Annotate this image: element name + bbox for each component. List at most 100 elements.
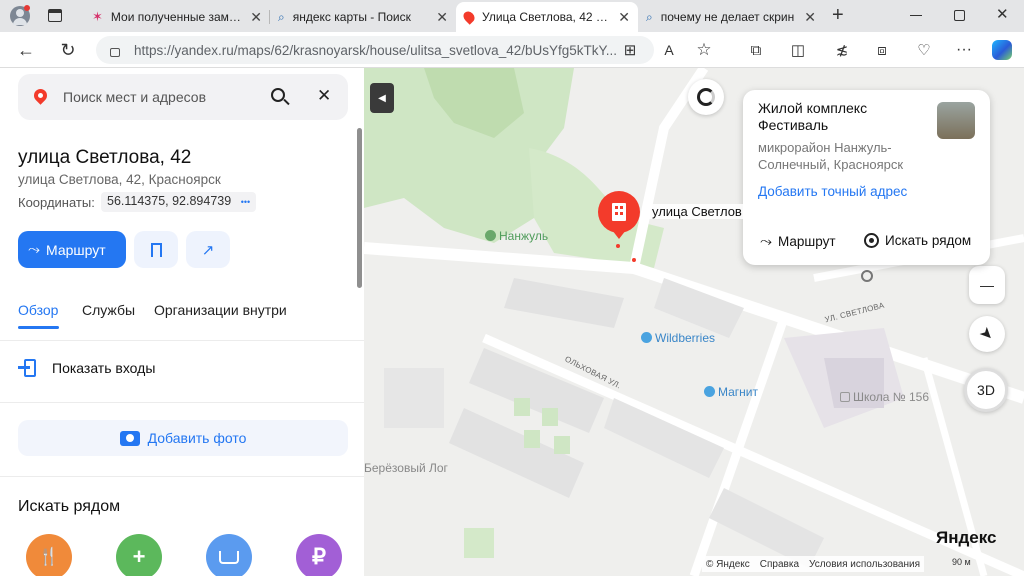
selected-building-pin[interactable]: [598, 191, 640, 233]
map-pin-dot: [38, 93, 43, 98]
layers-button[interactable]: [688, 79, 724, 115]
share-icon: ↗: [201, 241, 215, 259]
place-panel: Поиск мест и адресов ✕ улица Светлова, 4…: [0, 68, 364, 576]
card-route-button[interactable]: ⤳ Маршрут: [760, 233, 836, 250]
divider: [0, 476, 364, 477]
coords-label: Координаты:: [18, 195, 95, 210]
map-scale: 90 м: [952, 557, 971, 567]
pin-label[interactable]: улица Светлов: [649, 204, 745, 219]
pharmacy-icon[interactable]: +: [116, 534, 162, 576]
restaurant-icon[interactable]: 🍴: [26, 534, 72, 576]
map-pin-tab-icon: [461, 9, 477, 25]
page-title: улица Светлова, 42: [18, 147, 192, 168]
more-icon[interactable]: •••: [241, 197, 250, 207]
target-icon: [864, 233, 879, 248]
divider: [0, 340, 364, 341]
collapse-panel-button[interactable]: ◀: [370, 83, 394, 113]
tab-actions-icon[interactable]: [48, 9, 62, 22]
map-label-school[interactable]: Школа № 156: [840, 390, 929, 404]
map-label-forest[interactable]: Берёзовый Лог: [364, 461, 448, 475]
tab-overview[interactable]: Обзор: [18, 302, 58, 318]
minimize-button[interactable]: [910, 15, 922, 16]
route-icon: ⤳: [28, 241, 41, 258]
geolocation-button[interactable]: ➤: [969, 316, 1005, 352]
restore-button[interactable]: [954, 10, 965, 21]
close-tab-icon[interactable]: ✕: [250, 9, 262, 26]
close-tab-icon[interactable]: ✕: [436, 9, 448, 26]
map-attribution: © Яндекс Справка Условия использования: [702, 556, 925, 572]
add-exact-address-link[interactable]: Добавить точный адрес: [758, 184, 907, 199]
collections-icon[interactable]: ⧈: [870, 38, 894, 62]
lock-icon: [110, 47, 120, 57]
url-text: https://yandex.ru/maps/62/krasnoyarsk/ho…: [134, 42, 618, 58]
add-photo-button[interactable]: Добавить фото: [18, 420, 348, 456]
back-button[interactable]: ←: [14, 38, 38, 62]
close-tab-icon[interactable]: ✕: [618, 9, 630, 26]
building-icon: [612, 203, 626, 221]
route-icon: ⤳: [760, 233, 773, 250]
tab-notes[interactable]: ✶ Мои полученные заметк ✕: [84, 2, 270, 32]
shop-basket-icon[interactable]: [206, 534, 252, 576]
profile-avatar[interactable]: [10, 5, 30, 26]
bookmark-icon: [150, 242, 162, 257]
read-aloud-icon[interactable]: A: [657, 38, 681, 62]
card-search-nearby-button[interactable]: Искать рядом: [864, 233, 971, 248]
shop-icon: [704, 386, 715, 397]
school-icon: [840, 392, 850, 402]
nearby-title: Искать рядом: [18, 498, 121, 515]
extensions-icon[interactable]: ⧉: [744, 38, 768, 62]
divider: [0, 402, 364, 403]
terms-link[interactable]: Условия использования: [809, 559, 920, 570]
search-box[interactable]: Поиск мест и адресов ✕: [18, 74, 348, 120]
address-bar[interactable]: https://yandex.ru/maps/62/krasnoyarsk/ho…: [96, 36, 654, 64]
bookmark-button[interactable]: [134, 231, 178, 268]
copyright-link[interactable]: © Яндекс: [706, 559, 750, 570]
navigation-arrow-icon: ➤: [975, 323, 998, 346]
share-button[interactable]: ↗: [186, 231, 230, 268]
more-menu-icon[interactable]: ···: [952, 38, 976, 62]
tab-search[interactable]: ⌕ яндекс карты - Поиск ✕: [270, 2, 456, 32]
yandex-logo[interactable]: Яндекс: [936, 528, 996, 548]
map-label-magnit[interactable]: Магнит: [704, 385, 758, 399]
zoom-out-button[interactable]: —: [969, 266, 1005, 304]
address-subtitle: улица Светлова, 42, Красноярск: [18, 172, 221, 187]
close-window-button[interactable]: ✕: [996, 5, 1009, 23]
browser-tab-bar: ✶ Мои полученные заметк ✕ ⌕ яндекс карты…: [0, 0, 1024, 32]
map-label-nanzhul[interactable]: Нанжуль: [485, 229, 548, 243]
tab-screenshot-question[interactable]: ⌕ почему не делает скрин ✕: [638, 2, 824, 32]
card-title: Жилой комплекс Фестиваль: [758, 100, 868, 133]
show-entrances-button[interactable]: Показать входы: [18, 358, 155, 378]
help-link[interactable]: Справка: [760, 559, 799, 570]
route-button[interactable]: ⤳ Маршрут: [18, 231, 126, 268]
tab-services[interactable]: Службы: [82, 302, 135, 318]
panel-scrollbar[interactable]: [357, 128, 362, 288]
search-tab-icon: ⌕: [278, 9, 285, 24]
browser-essentials-icon[interactable]: ♡: [912, 38, 936, 62]
camera-plus-icon: [119, 430, 140, 446]
entrance-icon: [18, 358, 40, 378]
tab-yandex-maps[interactable]: Улица Светлова, 42 — Я ✕: [456, 2, 638, 32]
layers-icon: [697, 88, 715, 106]
active-tab-indicator: [18, 326, 59, 329]
favorite-star-icon[interactable]: ☆: [692, 38, 716, 62]
copilot-icon[interactable]: [990, 38, 1014, 62]
coords-value[interactable]: 56.114375, 92.894739 •••: [101, 192, 257, 212]
apps-icon[interactable]: ⊞: [618, 38, 642, 62]
tab-organizations[interactable]: Организации внутри: [154, 302, 287, 318]
close-icon[interactable]: ✕: [317, 86, 331, 106]
new-tab-button[interactable]: +: [832, 4, 844, 27]
place-photo-thumbnail[interactable]: [937, 102, 975, 139]
reload-button[interactable]: ↻: [56, 38, 80, 62]
pin-tail: [612, 230, 626, 239]
browser-toolbar: ← ↻ https://yandex.ru/maps/62/krasnoyars…: [0, 32, 1024, 68]
park-icon: [485, 230, 496, 241]
favorites-icon[interactable]: ≴: [830, 38, 854, 62]
notes-tab-icon: ✶: [92, 9, 103, 24]
map-label-wildberries[interactable]: Wildberries: [641, 331, 715, 345]
atm-ruble-icon[interactable]: ₽: [296, 534, 342, 576]
split-screen-icon[interactable]: ◫: [786, 38, 810, 62]
close-tab-icon[interactable]: ✕: [804, 9, 816, 26]
3d-button[interactable]: 3D: [964, 368, 1008, 412]
shop-icon: [641, 332, 652, 343]
search-input[interactable]: Поиск мест и адресов: [63, 89, 206, 105]
